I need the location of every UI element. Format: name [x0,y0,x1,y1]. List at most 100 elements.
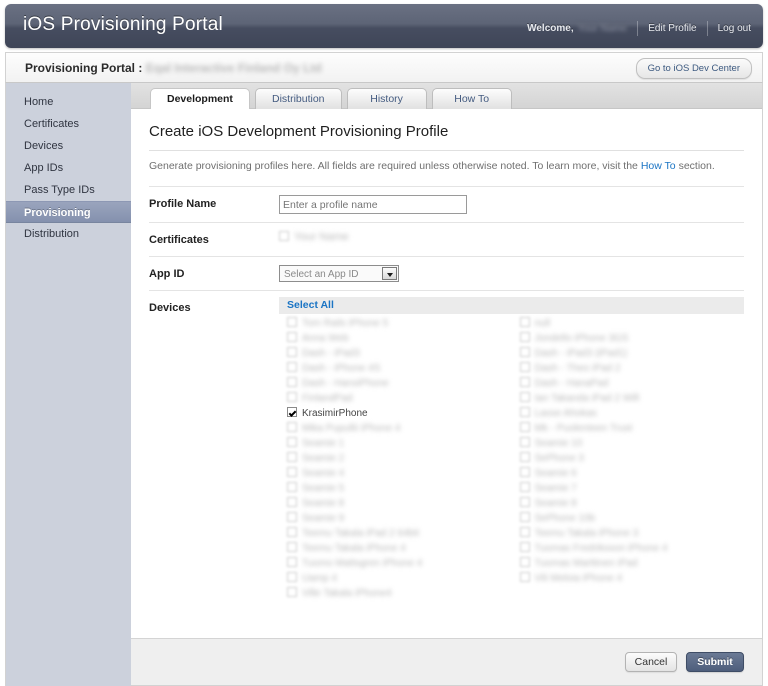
device-checkbox[interactable] [287,332,297,342]
sidebar-item-devices[interactable]: Devices [6,135,131,157]
sidebar-item-home[interactable]: Home [6,91,131,113]
device-list-item[interactable]: Seamie 2 [279,451,512,466]
device-list-item[interactable]: null [512,316,745,331]
device-list-item[interactable]: Mika Pupullii iPhone 4 [279,421,512,436]
sidebar-item-distribution[interactable]: Distribution [6,223,131,245]
certificate-checkbox[interactable] [279,231,289,241]
device-checkbox[interactable] [287,317,297,327]
sidebar-item-app-ids[interactable]: App IDs [6,157,131,179]
device-checkbox[interactable] [519,407,530,417]
device-list-item[interactable]: Seamie 6 [512,466,745,481]
device-checkbox[interactable] [519,332,530,342]
device-checkbox[interactable] [287,542,297,552]
device-checkbox[interactable] [287,362,297,372]
device-checkbox[interactable] [519,317,530,327]
device-checkbox[interactable] [287,497,297,507]
device-list-item[interactable]: KrasimirPhone [279,406,512,421]
device-list-item[interactable]: FinlandPad [279,391,512,406]
device-checkbox[interactable] [287,422,297,432]
device-list-item[interactable]: Mk - Puolenteen Trust [512,421,745,436]
device-list-item[interactable]: Tuomas Fredriksson iPhone 4 [512,541,745,556]
device-name: null [534,318,551,329]
device-checkbox[interactable] [519,482,530,492]
device-checkbox[interactable] [287,527,297,537]
app-id-select[interactable]: Select an App ID [279,265,399,282]
device-list-item[interactable]: SePhone 3 [512,451,745,466]
intro-text: Generate provisioning profiles here. All… [149,160,744,172]
device-checkbox[interactable] [519,392,530,402]
tab-history[interactable]: History [346,88,427,109]
device-list-item[interactable]: Dash - iPad3 [279,346,512,361]
device-checkbox[interactable] [287,347,297,357]
device-list-item[interactable]: Dash - HansiPhone [279,376,512,391]
go-to-dev-center-button[interactable]: Go to iOS Dev Center [635,58,752,79]
device-list-item[interactable]: Ian Takanda iPad 2 Wifi [512,391,745,406]
device-checkbox[interactable] [287,572,297,582]
device-checkbox[interactable] [519,377,530,387]
cancel-button[interactable]: Cancel [625,652,677,672]
device-list-item[interactable]: Uamp 4 [279,571,512,586]
how-to-link[interactable]: How To [641,160,676,172]
device-checkbox[interactable] [287,587,297,597]
device-checkbox[interactable] [287,452,297,462]
device-list-item[interactable]: Teemu Takala iPhone 3 [512,526,745,541]
edit-profile-link[interactable]: Edit Profile [648,23,696,34]
device-checkbox[interactable] [519,437,530,447]
device-checkbox[interactable] [287,467,297,477]
device-list-item[interactable]: Seamie 5 [279,481,512,496]
log-out-link[interactable]: Log out [718,23,751,34]
sidebar-item-provisioning[interactable]: Provisioning [6,201,131,223]
sidebar-item-certificates[interactable]: Certificates [6,113,131,135]
tab-how-to[interactable]: How To [431,88,512,109]
device-checkbox[interactable] [519,527,530,537]
device-list-item[interactable]: Seamie 8 [512,496,745,511]
chevron-down-icon[interactable] [382,267,397,280]
device-checkbox[interactable] [519,452,530,462]
device-checkbox[interactable] [519,362,530,372]
device-list-item[interactable]: Dash - Theo iPad 2 [512,361,745,376]
device-checkbox[interactable] [519,467,530,477]
device-checkbox[interactable] [519,512,530,522]
tab-development[interactable]: Development [150,88,250,110]
device-checkbox[interactable] [519,497,530,507]
device-list-item[interactable]: Seamie 1 [279,436,512,451]
device-list-item[interactable]: Tuomo Mattsgren iPhone 4 [279,556,512,571]
device-list-item[interactable]: Ville Takala iPhone4 [279,586,512,601]
device-checkbox[interactable] [287,437,297,447]
device-checkbox[interactable] [519,422,530,432]
device-list-item[interactable]: Lasse Ahokas [512,406,745,421]
device-checkbox[interactable] [519,557,530,567]
device-list-item[interactable]: Dash - HanaPad [512,376,745,391]
device-list-item[interactable]: Teemu Takala iPhone 4 [279,541,512,556]
submit-button[interactable]: Submit [686,652,744,672]
tab-distribution[interactable]: Distribution [255,88,342,109]
device-list-item[interactable]: Teemu Takala iPad 2 64bit [279,526,512,541]
select-all-bar: Select All [279,297,744,314]
divider [637,21,639,36]
device-list-item[interactable]: SePhone 10b [512,511,745,526]
device-checkbox[interactable] [287,407,297,417]
device-checkbox[interactable] [287,377,297,387]
device-checkbox[interactable] [519,572,530,582]
device-checkbox[interactable] [287,392,297,402]
device-list-item[interactable]: Seamie 8 [279,496,512,511]
device-list-item[interactable]: Seamie 9 [279,511,512,526]
profile-name-input[interactable] [279,195,467,214]
device-list-item[interactable]: Jondello iPhone 3GS [512,331,745,346]
device-list-item[interactable]: Anna Web [279,331,512,346]
device-list-item[interactable]: Seamie 10 [512,436,745,451]
device-list-item[interactable]: Dash - iPhone 4S [279,361,512,376]
device-list-item[interactable]: Dash - iPad3 (iPad1) [512,346,745,361]
device-checkbox[interactable] [519,542,530,552]
device-checkbox[interactable] [287,482,297,492]
device-list-item[interactable]: Seamie 4 [279,466,512,481]
device-checkbox[interactable] [519,347,530,357]
select-all-link[interactable]: Select All [287,299,334,311]
device-list-item[interactable]: Vili Meloia iPhone 4 [512,571,745,586]
sidebar-item-pass-type-ids[interactable]: Pass Type IDs [6,179,131,201]
device-checkbox[interactable] [287,512,297,522]
device-list-item[interactable]: Seamie 7 [512,481,745,496]
device-checkbox[interactable] [287,557,297,567]
device-list-item[interactable]: Tom Rails iPhone 5 [279,316,512,331]
device-list-item[interactable]: Tuomas Marttinen iPad [512,556,745,571]
